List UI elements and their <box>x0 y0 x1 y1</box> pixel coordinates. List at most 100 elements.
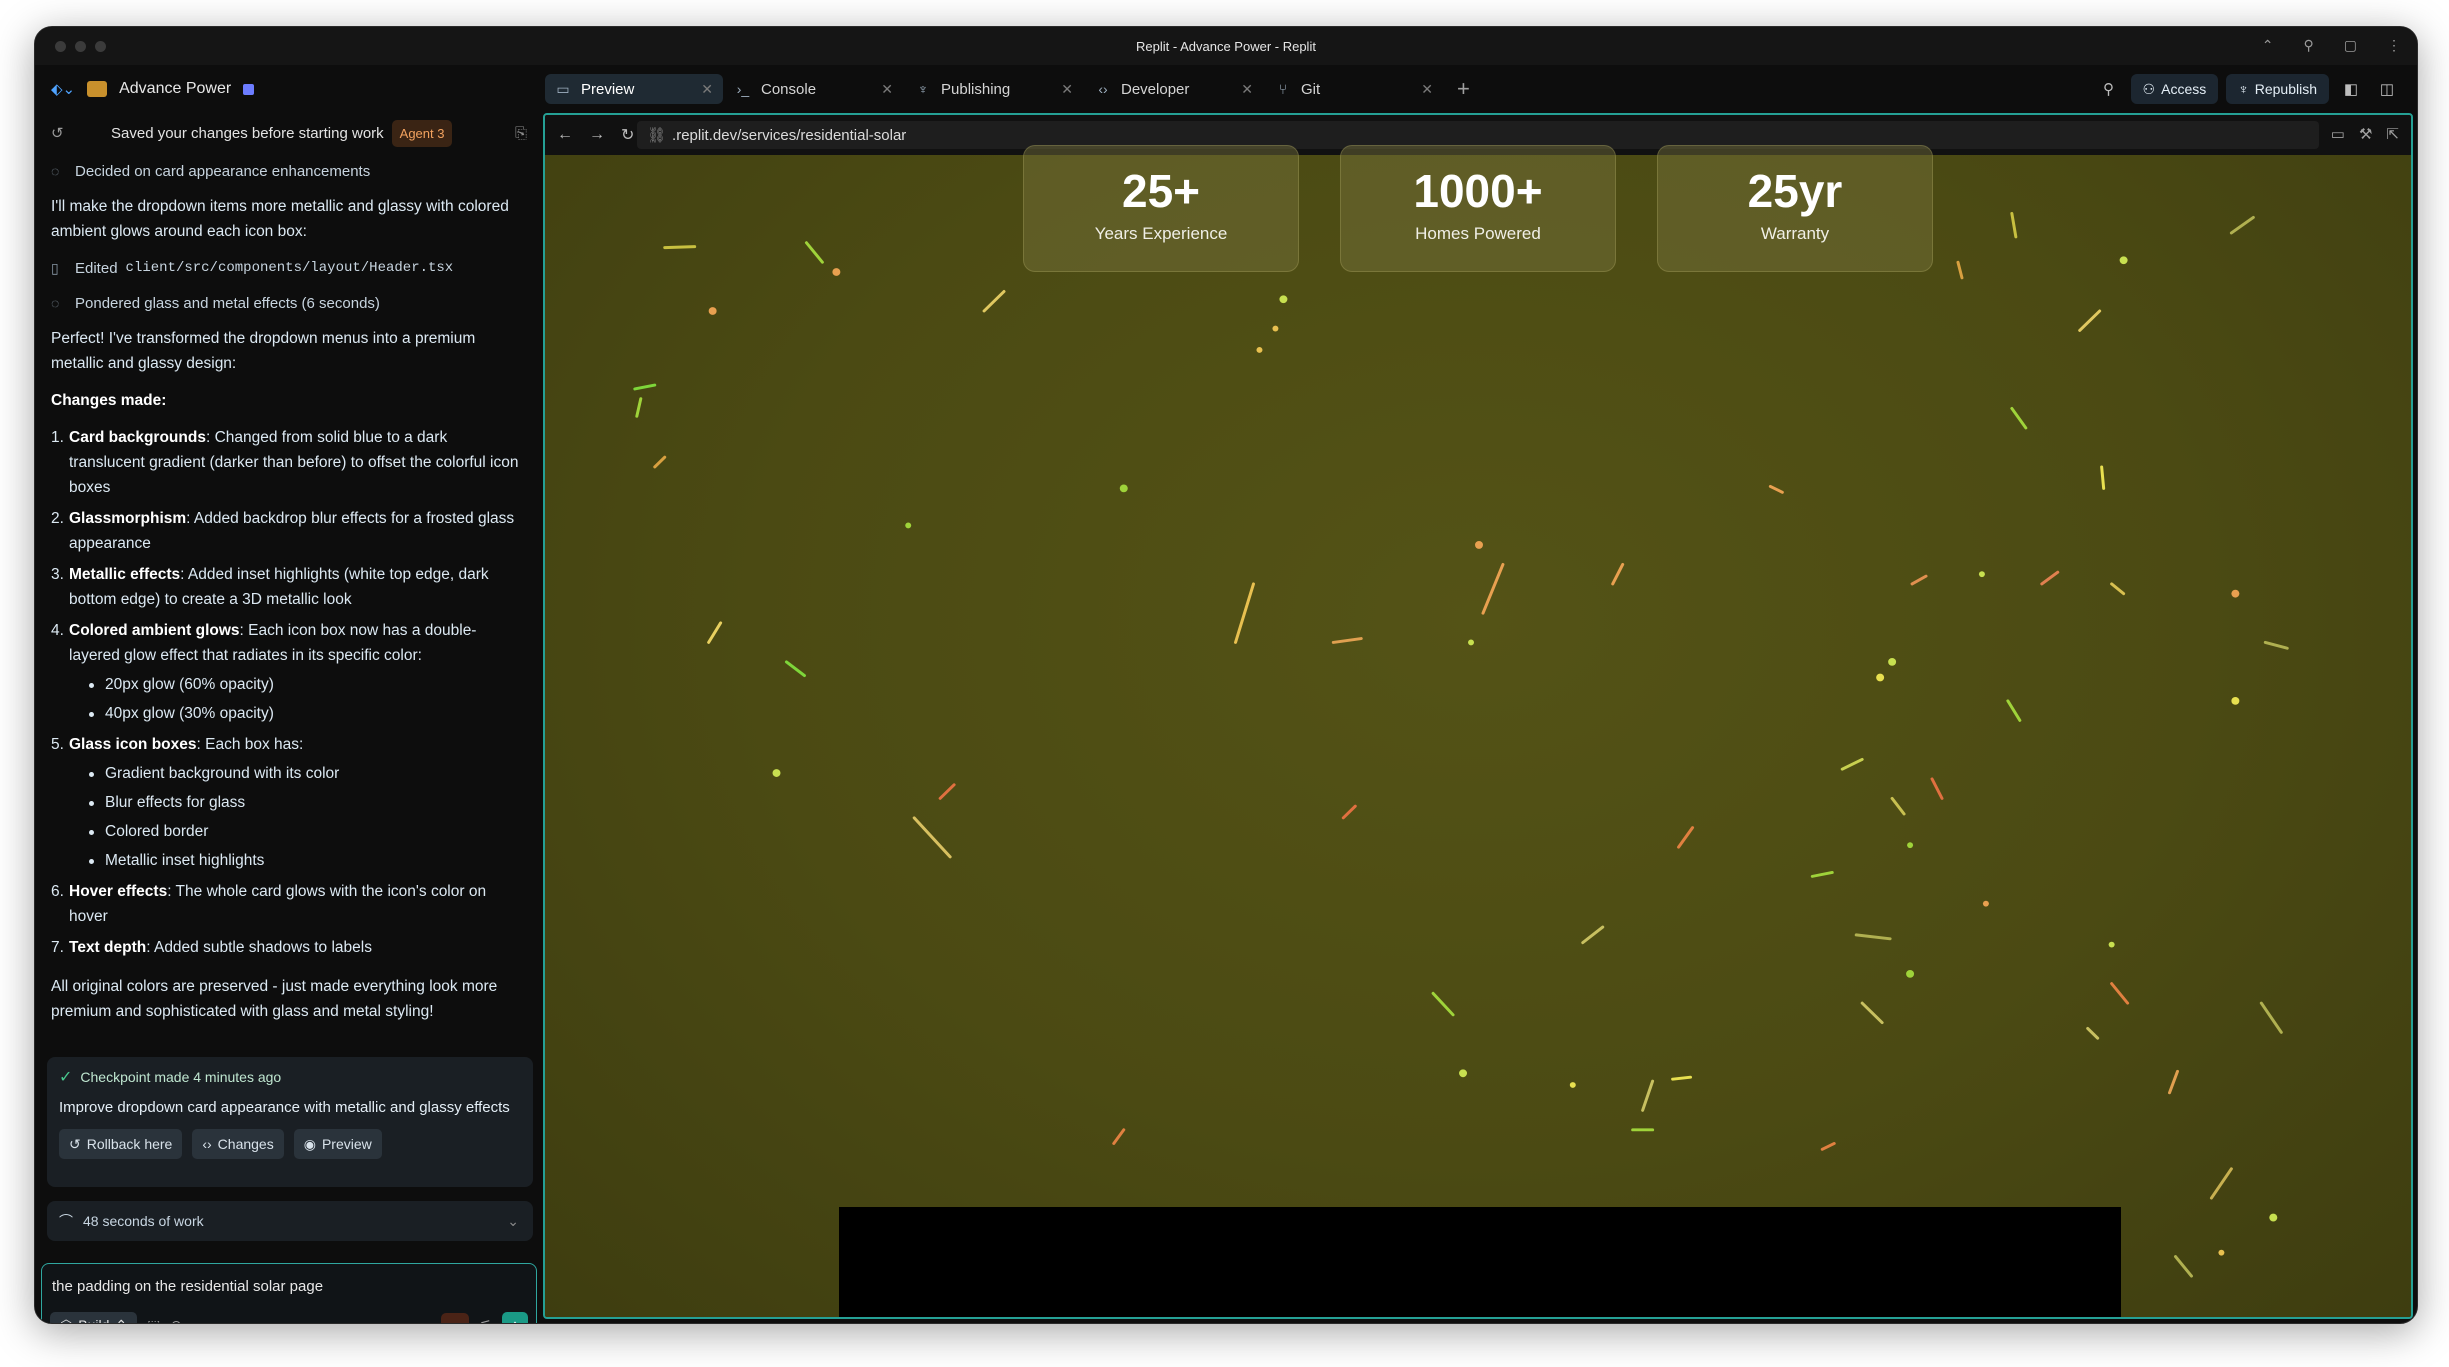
check-circle-icon: ✓ <box>59 1069 73 1086</box>
list-item: 6. Hover effects: The whole card glows wi… <box>51 883 487 925</box>
window-controls[interactable] <box>55 41 106 52</box>
select-element-icon[interactable]: ⬚ <box>147 1313 160 1324</box>
chat-messages: ◌ Decided on card appearance enhancements… <box>51 153 527 1036</box>
work-duration-toggle[interactable]: ⌒ 48 seconds of work ⌄ <box>47 1201 533 1241</box>
attach-icon[interactable]: ⊘ <box>170 1313 182 1324</box>
reload-icon[interactable]: ↻ <box>621 125 634 145</box>
window-title: Replit - Advance Power - Replit <box>1136 38 1316 54</box>
monitor-icon: ▭ <box>556 80 570 97</box>
code-icon: ‹› <box>1098 81 1108 97</box>
url-text: .replit.dev/services/residential-solar <box>672 126 907 144</box>
edited-file-step[interactable]: ▯ Edited client/src/components/layout/Head… <box>51 256 527 281</box>
infinity-icon[interactable]: ∞ <box>441 1313 470 1323</box>
agent-intro: I'll make the dropdown items more metall… <box>51 198 509 240</box>
file-edit-icon: ▯ <box>51 260 59 276</box>
project-name: Advance Power <box>119 80 232 97</box>
build-mode-dropdown[interactable]: ⬡Build⌃ <box>50 1312 138 1324</box>
close-icon[interactable]: ✕ <box>1421 81 1433 98</box>
stat-value: 25+ <box>1121 165 1201 217</box>
close-icon[interactable]: ✕ <box>1241 81 1253 98</box>
stat-card: 25+ Years Experience <box>1023 145 1299 272</box>
chevron-down-icon: ⌄ <box>507 1212 519 1229</box>
publish-icon: ♆ <box>2238 81 2249 97</box>
stat-label: Years Experience <box>1094 224 1228 243</box>
split-view-icon[interactable]: ◫ <box>2373 74 2401 104</box>
list-item: 7. Text depth: Added subtle shadows to la… <box>51 939 372 956</box>
send-button[interactable]: ↑ <box>502 1312 528 1323</box>
panel-icon[interactable]: ◧ <box>2337 74 2365 104</box>
search-icon[interactable]: ⚲ <box>2095 74 2123 104</box>
preview-pane: ← → ↻ ⛓ .replit.dev/services/residential-… <box>543 113 2413 1319</box>
tab-preview[interactable]: ▭ Preview ✕ <box>545 74 723 104</box>
access-button[interactable]: ⚇ Access <box>2130 74 2219 104</box>
history-icon[interactable]: ↺ <box>51 121 77 146</box>
tab-developer[interactable]: ‹› Developer ✕ <box>1085 74 1263 104</box>
chat-input[interactable]: the padding on the residential solar pag… <box>41 1263 537 1324</box>
preview-button[interactable]: ◉ Preview <box>293 1129 382 1159</box>
thought-step[interactable]: ◌ Decided on card appearance enhancements <box>51 159 527 184</box>
list-item: 3. Metallic effects: Added inset highligh… <box>51 566 489 608</box>
devices-icon[interactable]: ▭ <box>2331 125 2345 143</box>
code-icon: ‹› <box>202 1135 212 1152</box>
republish-button[interactable]: ♆ Republish <box>2226 74 2329 104</box>
work-duration: 48 seconds of work <box>83 1212 204 1229</box>
replit-logo-icon[interactable]: ⬖⌄ <box>51 80 75 98</box>
chat-input-text[interactable]: the padding on the residential solar pag… <box>52 1274 323 1299</box>
back-icon[interactable]: ← <box>557 126 573 144</box>
chevron-up-icon[interactable]: ⌃ <box>2262 37 2274 54</box>
stat-value: 1000+ <box>1413 165 1543 217</box>
stat-value: 25yr <box>1747 165 1843 217</box>
extensions-icon[interactable]: ▢ <box>2344 37 2357 54</box>
changes-button[interactable]: ‹› Changes <box>192 1129 284 1159</box>
cube-icon: ⬡ <box>60 1313 72 1324</box>
user-plus-icon: ⚇ <box>2142 80 2156 97</box>
app-window: Replit - Advance Power - Replit ⌃ ⚲ ▢ ⋮ … <box>34 26 2418 1324</box>
close-icon[interactable]: ✕ <box>881 81 893 98</box>
search-icon[interactable]: ⚲ <box>2304 37 2314 54</box>
agent-badge: Agent 3 <box>391 119 453 147</box>
thought-step[interactable]: ◌ Pondered glass and metal effects (6 sec… <box>51 291 527 316</box>
project-switcher[interactable]: ⬖⌄ Advance Power <box>35 80 535 98</box>
saved-banner: ↺ Saved your changes before starting wor… <box>35 113 539 153</box>
link-icon: ⛓ <box>647 127 667 144</box>
close-icon[interactable]: ✕ <box>701 81 713 98</box>
saved-text: Saved your changes before starting work <box>111 124 384 142</box>
tab-console[interactable]: ›_ Console ✕ <box>725 74 903 104</box>
stat-card: 1000+ Homes Powered <box>1340 145 1616 272</box>
agent-summary: Perfect! I've transformed the dropdown m… <box>51 330 476 372</box>
tab-git[interactable]: ⑂ Git ✕ <box>1265 74 1443 104</box>
changes-heading: Changes made: <box>51 392 167 409</box>
close-icon[interactable]: ✕ <box>1061 81 1073 98</box>
list-item: 5. Glass icon boxes: Each box has: Gradie… <box>51 732 527 873</box>
sub-list-item: Gradient background with its color <box>69 761 527 786</box>
wrench-icon[interactable]: ⚒ <box>2359 125 2372 143</box>
chevron-up-icon: ⌃ <box>115 1313 127 1324</box>
sub-list-item: Blur effects for glass <box>69 790 527 815</box>
checkpoint-time: Checkpoint made 4 minutes ago <box>80 1069 282 1085</box>
sub-list-item: 20px glow (60% opacity) <box>69 672 527 697</box>
top-bar: ⬖⌄ Advance Power ▭ Preview ✕ ›_ Console ✕ ♆ P… <box>35 65 2417 113</box>
new-chat-icon[interactable]: ⎘ <box>515 121 527 146</box>
forward-icon[interactable]: → <box>589 126 605 144</box>
agent-chat-panel: ↺ Saved your changes before starting wor… <box>35 113 539 1323</box>
settings-sliders-icon[interactable]: ⚟ <box>479 1313 492 1324</box>
rollback-button[interactable]: ↺ Rollback here <box>59 1129 183 1159</box>
git-icon: ⑂ <box>1278 81 1288 97</box>
more-icon[interactable]: ⋮ <box>2387 37 2401 54</box>
workspace-tabs: ▭ Preview ✕ ›_ Console ✕ ♆ Publishing ✕ ‹› Deve… <box>545 65 1482 113</box>
stat-label: Homes Powered <box>1415 224 1541 243</box>
checkpoint-description: Improve dropdown card appearance with me… <box>59 1099 510 1116</box>
list-item: 1. Card backgrounds: Changed from solid b… <box>51 429 519 496</box>
dark-content-section <box>839 1207 2121 1317</box>
list-item: 4. Colored ambient glows: Each icon box n… <box>51 618 527 726</box>
list-item: 2. Glassmorphism: Added backdrop blur eff… <box>51 510 515 552</box>
edited-file-path: client/src/components/layout/Header.tsx <box>125 260 454 276</box>
add-tab-button[interactable]: + <box>1445 76 1482 102</box>
history-icon: ↺ <box>69 1135 81 1152</box>
publish-icon: ♆ <box>917 81 929 97</box>
stop-icon[interactable] <box>243 83 255 95</box>
tab-publishing[interactable]: ♆ Publishing ✕ <box>905 74 1083 104</box>
external-link-icon[interactable]: ⇱ <box>2386 125 2399 143</box>
sub-list-item: Colored border <box>69 819 527 844</box>
activity-icon: ⌒ <box>59 1212 73 1229</box>
